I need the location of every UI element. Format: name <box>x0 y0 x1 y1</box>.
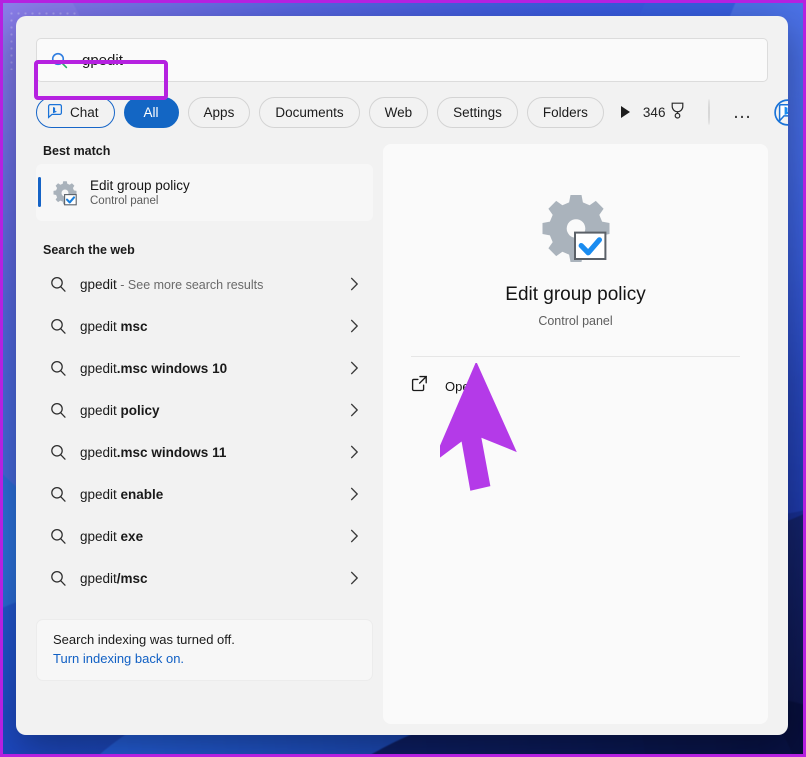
web-result-label: gpedit enable <box>80 487 350 502</box>
web-result-row[interactable]: gpedit msc <box>36 305 373 347</box>
preview-subtitle: Control panel <box>383 314 768 328</box>
play-arrow-icon[interactable] <box>619 101 632 123</box>
filter-tab-all[interactable]: All <box>124 97 179 128</box>
filter-tab-documents[interactable]: Documents <box>259 97 359 128</box>
chevron-right-icon <box>350 529 359 543</box>
web-result-row[interactable]: gpedit exe <box>36 515 373 557</box>
best-match-section-title: Best match <box>43 144 373 158</box>
web-result-row[interactable]: gpedit/msc <box>36 557 373 599</box>
web-results-list: gpedit - See more search results gpedit m… <box>36 263 373 599</box>
external-link-icon <box>411 375 428 397</box>
gear-check-icon <box>50 178 80 208</box>
filter-tab-apps[interactable]: Apps <box>188 97 251 128</box>
web-result-row[interactable]: gpedit.msc windows 11 <box>36 431 373 473</box>
bing-logo-icon[interactable] <box>774 99 788 126</box>
preview-pane: Edit group policy Control panel Open <box>383 144 768 724</box>
web-result-row[interactable]: gpedit.msc windows 10 <box>36 347 373 389</box>
rewards-points[interactable]: 346 <box>643 102 686 122</box>
search-icon <box>50 318 67 335</box>
best-match-result[interactable]: Edit group policy Control panel <box>36 164 373 221</box>
chevron-right-icon <box>350 487 359 501</box>
open-button-label: Open <box>445 379 477 394</box>
open-button[interactable]: Open <box>411 375 531 397</box>
turn-indexing-on-link[interactable]: Turn indexing back on. <box>53 651 184 666</box>
chevron-right-icon <box>350 445 359 459</box>
search-icon <box>50 486 67 503</box>
results-list-column: Best match Edit group policy Control pan… <box>36 144 373 724</box>
search-results-area: Best match Edit group policy Control pan… <box>16 144 788 724</box>
web-result-label: gpedit.msc windows 11 <box>80 445 350 460</box>
bing-chat-icon <box>46 102 64 123</box>
filter-tab-settings[interactable]: Settings <box>437 97 518 128</box>
filter-tab-web[interactable]: Web <box>369 97 429 128</box>
filter-chat-label: Chat <box>70 105 99 120</box>
search-input-value[interactable]: gpedit <box>82 52 123 69</box>
search-icon <box>50 402 67 419</box>
filter-tab-label: Apps <box>204 105 235 120</box>
gear-check-icon <box>537 190 615 268</box>
account-avatar[interactable] <box>708 99 710 125</box>
search-icon <box>50 444 67 461</box>
search-icon <box>51 52 68 69</box>
search-icon <box>50 276 67 293</box>
web-result-label: gpedit.msc windows 10 <box>80 361 350 376</box>
filter-tab-label: Documents <box>275 105 343 120</box>
search-filter-bar: Chat All Apps Documents Web Settings Fol… <box>36 94 768 130</box>
search-icon <box>50 570 67 587</box>
search-bar[interactable]: gpedit <box>36 38 768 82</box>
best-match-title: Edit group policy <box>90 178 190 195</box>
web-result-row[interactable]: gpedit enable <box>36 473 373 515</box>
search-icon <box>50 360 67 377</box>
filter-tab-label: All <box>144 105 159 120</box>
best-match-subtitle: Control panel <box>90 195 190 207</box>
chevron-right-icon <box>350 277 359 291</box>
web-result-label: gpedit exe <box>80 529 350 544</box>
chevron-right-icon <box>350 361 359 375</box>
search-the-web-section-title: Search the web <box>43 243 373 257</box>
web-result-row[interactable]: gpedit policy <box>36 389 373 431</box>
filter-tab-label: Folders <box>543 105 588 120</box>
preview-title: Edit group policy <box>383 284 768 306</box>
rewards-medal-icon <box>670 102 685 122</box>
indexing-notice: Search indexing was turned off. Turn ind… <box>36 619 373 681</box>
selection-accent-bar <box>38 177 41 207</box>
preview-divider <box>411 356 740 357</box>
rewards-points-value: 346 <box>643 105 666 120</box>
windows-search-flyout: gpedit Chat All Apps Documents Web Setti <box>16 16 788 735</box>
best-match-text: Edit group policy Control panel <box>90 178 190 208</box>
more-options-icon[interactable]: … <box>732 103 752 122</box>
indexing-message: Search indexing was turned off. <box>53 632 356 647</box>
web-result-label: gpedit msc <box>80 319 350 334</box>
filter-tab-folders[interactable]: Folders <box>527 97 604 128</box>
web-result-row[interactable]: gpedit - See more search results <box>36 263 373 305</box>
web-result-label: gpedit policy <box>80 403 350 418</box>
search-icon <box>50 528 67 545</box>
filter-tab-label: Settings <box>453 105 502 120</box>
chevron-right-icon <box>350 319 359 333</box>
filter-chat-button[interactable]: Chat <box>36 97 115 128</box>
web-result-label: gpedit/msc <box>80 571 350 586</box>
chevron-right-icon <box>350 571 359 585</box>
web-result-label: gpedit - See more search results <box>80 277 350 292</box>
chevron-right-icon <box>350 403 359 417</box>
filter-tab-label: Web <box>385 105 413 120</box>
